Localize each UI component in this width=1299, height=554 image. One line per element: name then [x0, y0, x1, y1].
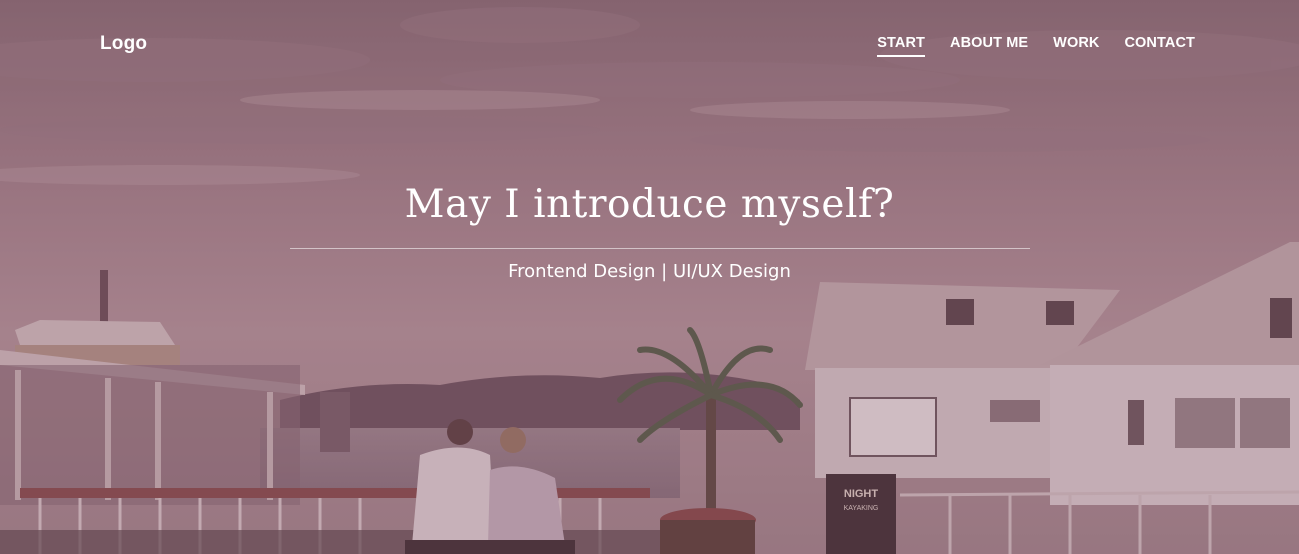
nav-about-me-link[interactable]: ABOUT ME — [950, 35, 1028, 57]
hero-divider — [290, 248, 1030, 249]
nav-work-link[interactable]: WORK — [1053, 35, 1099, 57]
hero-title: May I introduce myself? — [404, 182, 895, 227]
hero-section: NIGHT KAYAKING Logo START ABOUT ME WORK … — [0, 0, 1299, 554]
hero-subtitle: Frontend Design | UI/UX Design — [508, 261, 791, 282]
nav-contact-link[interactable]: CONTACT — [1124, 35, 1195, 57]
main-nav: START ABOUT ME WORK CONTACT — [877, 35, 1195, 57]
nav-start-link[interactable]: START — [877, 35, 926, 57]
logo-link[interactable]: Logo — [100, 33, 147, 55]
